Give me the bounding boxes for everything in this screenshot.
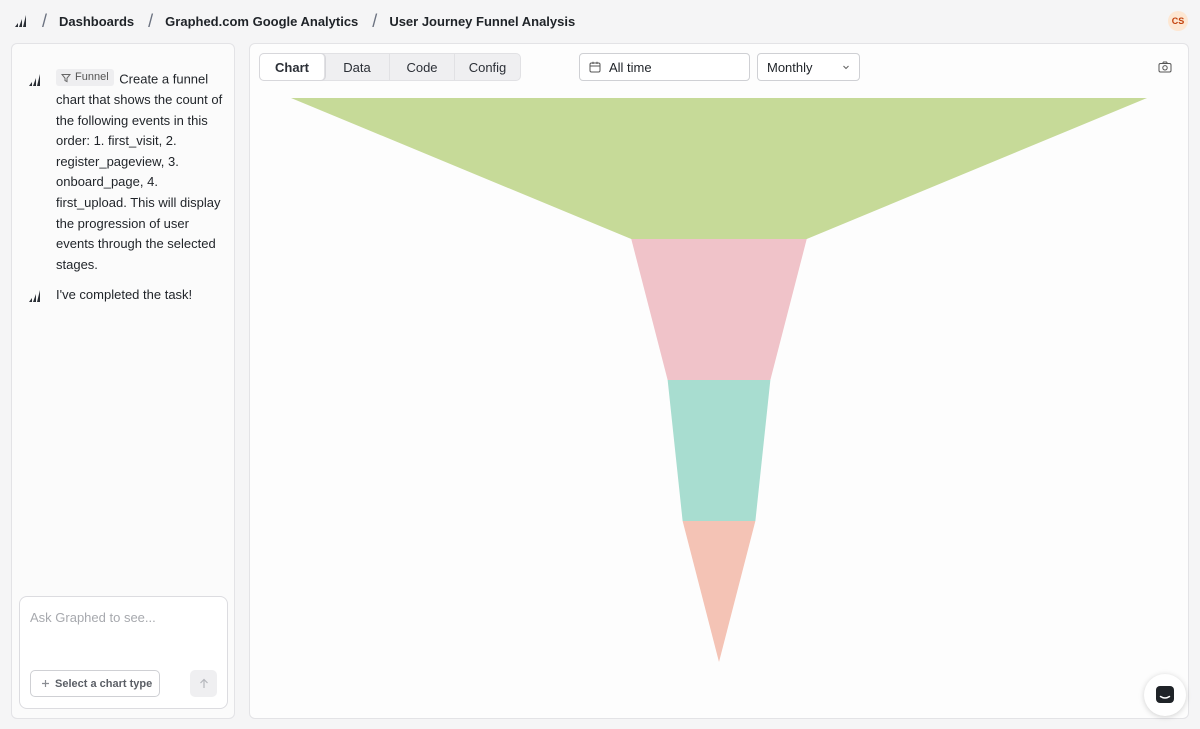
user-avatar[interactable]: CS [1168,11,1188,31]
chat-message: Funnel Create a funnel chart that shows … [28,69,226,275]
funnel-tag: Funnel [56,69,114,86]
breadcrumb-separator: / [148,10,154,31]
chat-message-body: Funnel Create a funnel chart that shows … [56,69,226,275]
top-bar: / Dashboards / Graphed.com Google Analyt… [0,0,1200,42]
breadcrumb-chart-title[interactable]: User Journey Funnel Analysis [389,14,575,29]
chat-icon [1156,686,1174,703]
funnel-stage-1[interactable] [291,98,1147,239]
funnel-tag-label: Funnel [75,71,109,84]
chat-panel: Funnel Create a funnel chart that shows … [11,43,235,719]
funnel-stage-4[interactable] [682,521,756,662]
chat-message-text: Create a funnel chart that shows the cou… [56,71,223,272]
select-chart-type-button[interactable]: Select a chart type [30,670,160,697]
funnel-stage-3[interactable] [667,380,771,521]
chart-panel: Chart Data Code Config All time Monthly [249,43,1189,719]
graphed-logo-icon [28,73,42,87]
graphed-logo-icon[interactable] [14,14,28,28]
breadcrumb-separator: / [372,10,378,31]
graphed-logo-icon [28,289,42,303]
chat-message-text: I've completed the task! [56,287,193,302]
breadcrumb-dashboard[interactable]: Graphed.com Google Analytics [165,14,358,29]
chat-message: I've completed the task! [28,285,226,306]
funnel-icon [61,73,71,82]
chat-input[interactable] [30,607,215,627]
funnel-chart [291,98,1147,662]
breadcrumb-dashboards[interactable]: Dashboards [59,14,134,29]
funnel-stage-2[interactable] [631,239,807,380]
arrow-up-icon [199,678,208,688]
plus-icon [42,680,49,687]
chat-composer: Select a chart type [19,596,228,709]
support-chat-button[interactable] [1144,674,1186,716]
send-button[interactable] [190,670,217,697]
breadcrumb-separator: / [42,10,48,31]
select-chart-type-label: Select a chart type [55,677,153,690]
